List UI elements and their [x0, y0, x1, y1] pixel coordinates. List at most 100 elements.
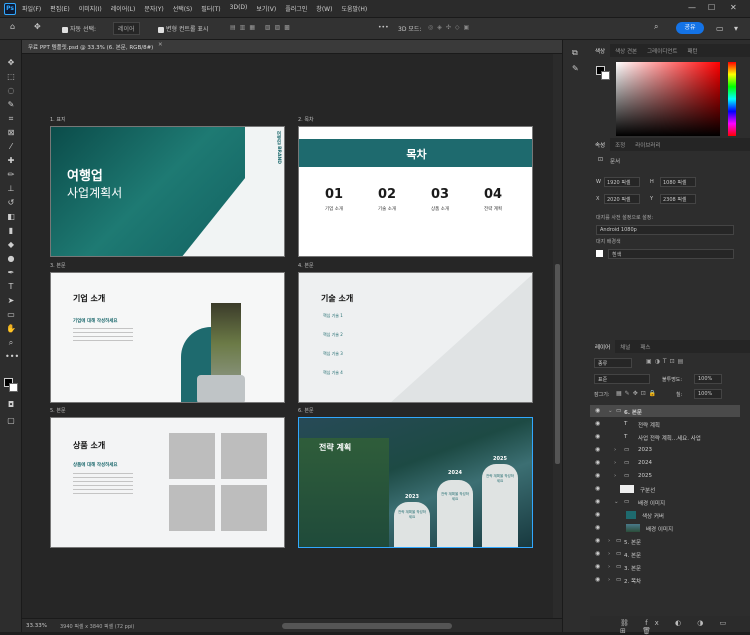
3d-mode-icons[interactable]: ◎◈✣◇▣: [428, 24, 473, 31]
eraser-tool-icon[interactable]: ◧: [5, 212, 17, 222]
artboard-label-1[interactable]: 1. 표지: [50, 116, 66, 123]
layer-row[interactable]: ◉ 배경 이미지: [590, 522, 740, 534]
tab-libraries[interactable]: 라이브러리: [630, 138, 665, 151]
layer-row[interactable]: ◉ T 전략 계획: [590, 418, 740, 430]
rectangle-tool-icon[interactable]: ▭: [5, 310, 17, 320]
slide-company[interactable]: 기업 소개 기업에 대해 작성하세요: [50, 272, 285, 403]
blend-mode-select[interactable]: 표준: [594, 374, 650, 384]
artboard-label-3[interactable]: 3. 본문: [50, 262, 66, 269]
tab-adjustments[interactable]: 조정: [610, 138, 630, 151]
opacity-field[interactable]: 100%: [694, 374, 722, 384]
history-panel-icon[interactable]: ⧉: [572, 48, 578, 58]
screen-mode-icon[interactable]: ▢: [5, 416, 17, 426]
more-tools-icon[interactable]: •••: [5, 352, 19, 362]
artboard-preset-select[interactable]: Android 1080p: [596, 225, 734, 235]
menu-item[interactable]: 창(W): [316, 4, 332, 13]
visibility-eye-icon[interactable]: ◉: [595, 550, 600, 557]
home-icon[interactable]: ⌂: [10, 22, 15, 31]
expand-chevron-icon[interactable]: ⌄: [608, 408, 613, 414]
layer-filter-icons[interactable]: ▣◑T⊡▤: [646, 358, 686, 365]
tab-swatches[interactable]: 색상 견본: [610, 44, 642, 57]
menu-item[interactable]: 도움말(H): [341, 4, 367, 13]
artboard-label-4[interactable]: 4. 본문: [298, 262, 314, 269]
close-tab-icon[interactable]: ✕: [158, 42, 163, 48]
fill-field[interactable]: 100%: [694, 389, 722, 399]
hand-tool-icon[interactable]: ✋: [5, 324, 17, 334]
layer-row[interactable]: ◉ 색상 커버: [590, 509, 740, 521]
color-picker-field[interactable]: [616, 62, 720, 136]
visibility-eye-icon[interactable]: ◉: [595, 459, 600, 466]
expand-chevron-icon[interactable]: ›: [614, 460, 616, 466]
bg-color-chip[interactable]: [596, 250, 603, 257]
vertical-scrollbar[interactable]: [553, 54, 562, 618]
visibility-eye-icon[interactable]: ◉: [595, 511, 600, 518]
slide-strategy[interactable]: 전략 계획 2023 전략 계획을 작성하세요 2024 전략 계획을 작성하세…: [298, 417, 533, 548]
visibility-eye-icon[interactable]: ◉: [595, 433, 600, 440]
horizontal-scrollbar[interactable]: [282, 623, 452, 629]
visibility-eye-icon[interactable]: ◉: [595, 576, 600, 583]
workspace-icon[interactable]: ▭: [716, 24, 724, 33]
layer-filter-select[interactable]: 종류: [594, 358, 632, 368]
settings-icon[interactable]: ▾: [734, 24, 738, 33]
canvas-area[interactable]: 1. 표지 여행업 사업계획서 여행업 BRAND 2. 목차 목차 01 기업 …: [22, 54, 553, 618]
slide-tech[interactable]: 기술 소개 핵심 기술 1 핵심 기술 2 핵심 기술 3 핵심 기술 4: [298, 272, 533, 403]
stamp-tool-icon[interactable]: ⊥: [5, 184, 17, 194]
menu-item[interactable]: 이미지(I): [79, 4, 102, 13]
layer-row[interactable]: ◉ 구분선: [590, 483, 740, 495]
layer-row[interactable]: ◉ › ▭ 4. 본문: [590, 548, 740, 560]
layer-row[interactable]: ◉ › ▭ 2025: [590, 470, 740, 482]
expand-chevron-icon[interactable]: ›: [614, 447, 616, 453]
layer-row[interactable]: ◉ › ▭ 5. 본문: [590, 535, 740, 547]
more-options-button[interactable]: •••: [378, 24, 389, 31]
scroll-thumb[interactable]: [555, 264, 560, 464]
height-field[interactable]: 1080 픽셀: [660, 177, 696, 187]
expand-chevron-icon[interactable]: ›: [614, 473, 616, 479]
layers-footer-icons[interactable]: ⛓ fx ◐ ◑ ▭ ⊞ 🗑: [590, 616, 750, 635]
gradient-tool-icon[interactable]: ▮: [5, 226, 17, 236]
tab-color[interactable]: 색상: [590, 44, 611, 57]
visibility-eye-icon[interactable]: ◉: [595, 446, 600, 453]
lasso-tool-icon[interactable]: ◌: [5, 86, 17, 96]
bg-color-swatch[interactable]: [601, 71, 610, 80]
visibility-eye-icon[interactable]: ◉: [595, 498, 600, 505]
tab-gradients[interactable]: 그레이디언트: [642, 44, 682, 57]
type-tool-icon[interactable]: T: [5, 282, 17, 292]
search-icon[interactable]: ⌕: [654, 22, 658, 32]
menu-item[interactable]: 필터(T): [201, 4, 220, 13]
artboard-label-5[interactable]: 5. 본문: [50, 407, 66, 414]
visibility-eye-icon[interactable]: ◉: [595, 563, 600, 570]
move-tool-icon[interactable]: ✥: [34, 22, 41, 31]
layer-row[interactable]: ◉ › ▭ 2023: [590, 444, 740, 456]
visibility-eye-icon[interactable]: ◉: [595, 524, 600, 531]
quick-mask-icon[interactable]: ◘: [5, 400, 17, 410]
tab-channels[interactable]: 채널: [615, 340, 635, 353]
background-color-swatch[interactable]: [9, 383, 18, 392]
layer-select-dropdown[interactable]: 레이어: [113, 22, 140, 35]
close-icon[interactable]: ✕: [730, 3, 737, 12]
brush-tool-icon[interactable]: ✏: [5, 170, 17, 180]
quick-select-icon[interactable]: ✎: [5, 100, 17, 110]
artboard-label-6[interactable]: 6. 본문: [298, 407, 314, 414]
share-button[interactable]: 공유: [676, 22, 704, 34]
visibility-eye-icon[interactable]: ◉: [595, 407, 600, 414]
hue-slider[interactable]: [728, 62, 736, 136]
zoom-tool-icon[interactable]: ⌕: [5, 338, 17, 348]
layer-row[interactable]: ◉ › ▭ 3. 본문: [590, 561, 740, 573]
move-tool-icon[interactable]: ✥: [5, 58, 17, 68]
visibility-eye-icon[interactable]: ◉: [595, 485, 600, 492]
menu-item[interactable]: 보기(V): [256, 4, 276, 13]
expand-chevron-icon[interactable]: ›: [608, 577, 610, 583]
menu-item[interactable]: 3D(D): [230, 4, 248, 13]
history-brush-icon[interactable]: ↺: [5, 198, 17, 208]
comments-panel-icon[interactable]: ✎: [572, 64, 579, 73]
tab-properties[interactable]: 속성: [590, 138, 611, 151]
healing-brush-icon[interactable]: ✚: [5, 156, 17, 166]
eyedropper-icon[interactable]: ⁄: [5, 142, 17, 152]
layer-row[interactable]: ◉ T 사업 전략 계획...세요. 사업: [590, 431, 740, 443]
artboard-label-2[interactable]: 2. 목차: [298, 116, 314, 123]
transform-checkbox[interactable]: 변형 컨트롤 표시: [158, 24, 208, 33]
width-field[interactable]: 1920 픽셀: [604, 177, 640, 187]
lock-icons[interactable]: ▦✎✥⊡🔒: [616, 390, 659, 397]
align-icons[interactable]: ▤▥▦ ▧▨▩: [230, 24, 294, 31]
tab-patterns[interactable]: 패턴: [683, 44, 703, 57]
